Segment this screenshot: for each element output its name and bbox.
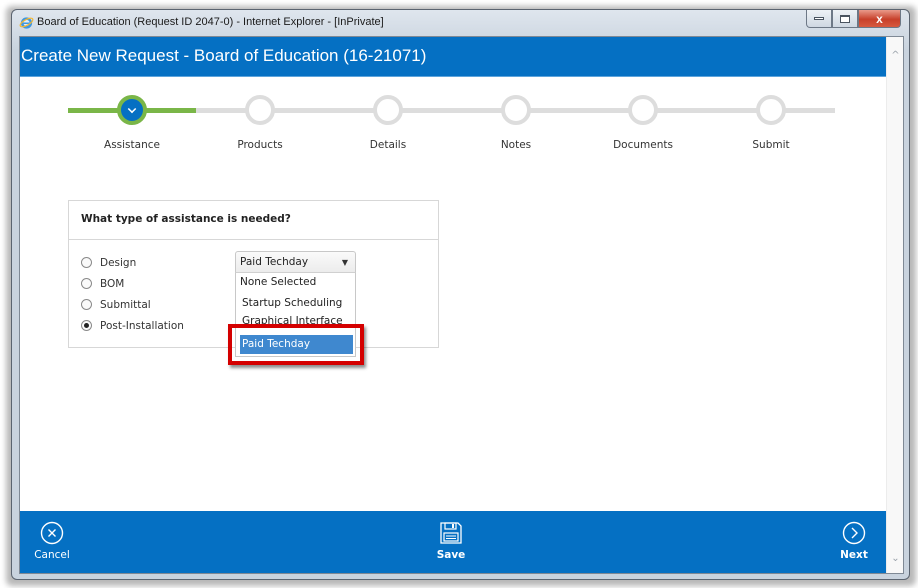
- save-button[interactable]: Save: [431, 521, 471, 561]
- window-title: Board of Education (Request ID 2047-0) -…: [37, 16, 384, 28]
- step-marker: [628, 95, 658, 125]
- maximize-icon: [840, 14, 850, 23]
- step-marker: [756, 95, 786, 125]
- minimize-button[interactable]: [806, 10, 832, 28]
- radio-label: BOM: [100, 277, 125, 290]
- page-content: Create New Request - Board of Education …: [19, 36, 904, 574]
- step-marker: [373, 95, 403, 125]
- scroll-down-arrow-icon[interactable]: ⌄: [887, 550, 903, 567]
- post-installation-select[interactable]: Paid Techday ▼: [235, 251, 356, 272]
- next-label: Next: [840, 549, 868, 561]
- dropdown-option[interactable]: Startup Scheduling: [236, 295, 355, 313]
- footer-action-bar: Cancel Save Next: [20, 511, 888, 573]
- step-notes[interactable]: Notes: [452, 95, 580, 151]
- dropdown-option[interactable]: None Selected: [236, 274, 355, 292]
- dropdown-arrow-icon: ▼: [341, 258, 348, 267]
- radio-option-post-installation[interactable]: Post-Installation: [81, 315, 184, 336]
- internet-explorer-icon: [19, 17, 34, 29]
- step-label: Notes: [500, 139, 532, 151]
- dropdown-option-selected[interactable]: Paid Techday: [240, 335, 353, 354]
- title-bar[interactable]: Board of Education (Request ID 2047-0) -…: [12, 10, 909, 36]
- step-label: Products: [237, 139, 283, 151]
- browser-window: Board of Education (Request ID 2047-0) -…: [11, 9, 910, 580]
- radio-button[interactable]: [81, 257, 92, 268]
- cancel-button[interactable]: Cancel: [32, 521, 72, 561]
- minimize-icon: [814, 17, 824, 20]
- radio-label: Post-Installation: [100, 319, 184, 332]
- scroll-up-arrow-icon[interactable]: ^: [887, 47, 903, 64]
- radio-button[interactable]: [81, 278, 92, 289]
- step-marker: [501, 95, 531, 125]
- save-label: Save: [436, 549, 466, 561]
- maximize-button[interactable]: [832, 10, 858, 28]
- next-button[interactable]: Next: [834, 521, 874, 561]
- step-documents[interactable]: Documents: [579, 95, 707, 151]
- step-details[interactable]: Details: [324, 95, 452, 151]
- step-marker-active: [117, 95, 147, 125]
- step-products[interactable]: Products: [196, 95, 324, 151]
- radio-option-bom[interactable]: BOM: [81, 273, 184, 294]
- assistance-type-radio-group: Design BOM Submittal Post-Installation: [81, 252, 184, 336]
- step-label: Details: [369, 139, 407, 151]
- radio-button-checked[interactable]: [81, 320, 92, 331]
- cancel-label: Cancel: [34, 549, 70, 561]
- radio-option-design[interactable]: Design: [81, 252, 184, 273]
- next-circle-chevron-icon: [842, 521, 866, 545]
- step-assistance[interactable]: Assistance: [68, 95, 196, 151]
- radio-button[interactable]: [81, 299, 92, 310]
- step-label: Documents: [613, 139, 673, 151]
- floppy-disk-icon: [440, 522, 462, 544]
- progress-stepper: Assistance Products Details Notes Docume…: [20, 77, 888, 167]
- close-icon: x: [876, 11, 883, 26]
- close-window-button[interactable]: x: [858, 10, 901, 28]
- page-header: Create New Request - Board of Education …: [20, 37, 888, 77]
- cancel-circle-x-icon: [40, 521, 64, 545]
- step-label: Assistance: [104, 139, 160, 151]
- dropdown-option[interactable]: Graphical Interface: [236, 313, 355, 331]
- radio-label: Design: [100, 256, 137, 269]
- radio-label: Submittal: [100, 298, 151, 311]
- page-title: Create New Request - Board of Education …: [21, 46, 427, 65]
- vertical-scrollbar[interactable]: ^ ⌄: [886, 37, 903, 573]
- select-value: Paid Techday: [240, 256, 309, 268]
- step-submit[interactable]: Submit: [707, 95, 835, 151]
- question-title: What type of assistance is needed?: [69, 201, 438, 240]
- chevron-down-icon: [127, 104, 137, 114]
- select-dropdown-list: None Selected Startup Scheduling Graphic…: [235, 272, 356, 357]
- radio-option-submittal[interactable]: Submittal: [81, 294, 184, 315]
- step-marker: [245, 95, 275, 125]
- window-controls: x: [806, 10, 901, 29]
- step-label: Submit: [752, 139, 790, 151]
